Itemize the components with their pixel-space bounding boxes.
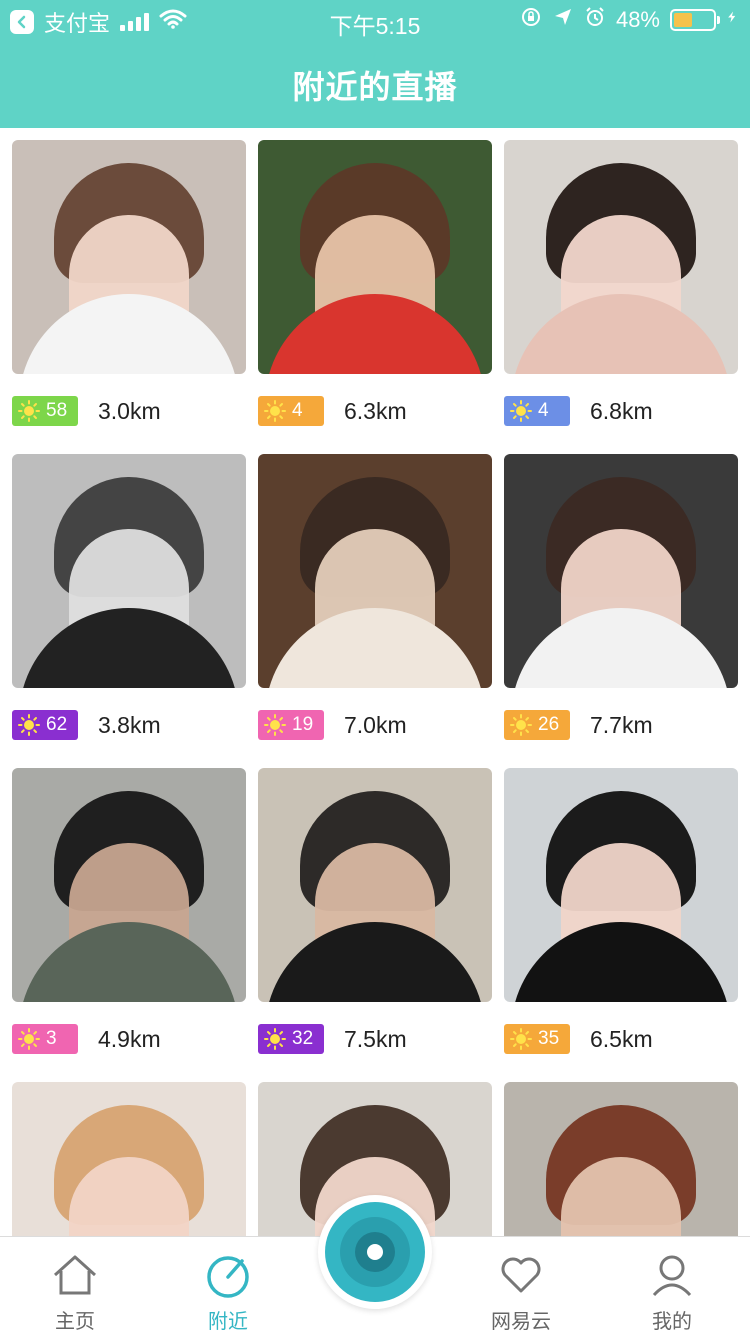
level-value: 62 (46, 714, 68, 735)
start-live-button[interactable] (318, 1195, 432, 1309)
tab-home-label: 主页 (55, 1311, 95, 1333)
status-bar: 支付宝 下午5:15 48% (0, 0, 750, 40)
stream-card[interactable]: 3 4.9km (12, 768, 246, 1054)
stream-thumbnail[interactable] (12, 768, 246, 1002)
stream-info: 3 4.9km (12, 1024, 246, 1054)
level-value: 3 (46, 1028, 57, 1049)
location-icon (552, 6, 574, 34)
tab-mine[interactable]: 我的 (612, 1251, 732, 1334)
nearby-icon (207, 1256, 249, 1298)
stream-thumbnail[interactable] (12, 454, 246, 688)
stream-thumbnail[interactable] (258, 768, 492, 1002)
stream-thumbnail[interactable] (504, 1082, 738, 1236)
sun-icon (18, 714, 40, 736)
sun-icon (510, 400, 532, 422)
stream-card[interactable]: 35 6.5km (504, 768, 738, 1054)
distance-label: 7.5km (344, 1025, 407, 1052)
sun-icon (264, 714, 286, 736)
distance-label: 6.3km (344, 397, 407, 424)
tab-nearby-label: 附近 (208, 1311, 248, 1333)
stream-grid: 58 3.0km 4 6.3km 4 6.8km 62 3.8km 19 7.0km 26 7.7km… (0, 128, 750, 1236)
level-badge: 58 (12, 396, 78, 426)
stream-thumbnail[interactable] (258, 140, 492, 374)
heart-icon (501, 1257, 541, 1293)
stream-card[interactable]: 19 7.0km (258, 454, 492, 740)
user-icon (652, 1255, 692, 1297)
battery-level (674, 13, 693, 27)
level-value: 58 (46, 400, 68, 421)
tab-mine-label: 我的 (652, 1311, 692, 1333)
sun-icon (510, 714, 532, 736)
tab-netease[interactable]: 网易云 (461, 1251, 581, 1334)
rotation-lock-icon (520, 6, 542, 34)
stream-card[interactable]: 58 3.0km (12, 140, 246, 426)
stream-thumbnail[interactable] (258, 454, 492, 688)
level-badge: 26 (504, 710, 570, 740)
tab-netease-label: 网易云 (491, 1311, 551, 1333)
tab-bar: 主页 附近 网易云 我的 (0, 1195, 750, 1334)
level-badge: 19 (258, 710, 324, 740)
sun-icon (510, 1028, 532, 1050)
distance-label: 6.5km (590, 1025, 653, 1052)
level-badge: 4 (504, 396, 570, 426)
stream-info: 35 6.5km (504, 1024, 738, 1054)
stream-card[interactable]: 4 6.3km (258, 140, 492, 426)
stream-info: 4 6.3km (258, 396, 492, 426)
stream-card[interactable]: 62 3.8km (12, 454, 246, 740)
distance-label: 4.9km (98, 1025, 161, 1052)
distance-label: 3.8km (98, 711, 161, 738)
stream-thumbnail[interactable] (504, 768, 738, 1002)
app-header: 支付宝 下午5:15 48% 附近的直播 (0, 0, 750, 128)
charging-icon (726, 6, 738, 34)
distance-label: 7.0km (344, 711, 407, 738)
level-value: 4 (292, 400, 303, 421)
level-value: 26 (538, 714, 560, 735)
alarm-icon (584, 6, 606, 34)
stream-card[interactable]: 26 7.7km (504, 454, 738, 740)
level-badge: 3 (12, 1024, 78, 1054)
stream-thumbnail[interactable] (12, 1082, 246, 1236)
status-right: 48% (520, 6, 738, 34)
level-value: 32 (292, 1028, 314, 1049)
stream-card[interactable]: 32 7.5km (258, 768, 492, 1054)
home-icon (53, 1255, 97, 1295)
stream-info: 62 3.8km (12, 710, 246, 740)
stream-info: 26 7.7km (504, 710, 738, 740)
camera-lens-icon (325, 1202, 425, 1302)
stream-info: 32 7.5km (258, 1024, 492, 1054)
stream-card[interactable] (12, 1082, 246, 1236)
level-value: 19 (292, 714, 314, 735)
level-badge: 35 (504, 1024, 570, 1054)
level-value: 35 (538, 1028, 560, 1049)
level-badge: 32 (258, 1024, 324, 1054)
battery-percent: 48% (615, 7, 660, 32)
level-badge: 62 (12, 710, 78, 740)
stream-thumbnail[interactable] (504, 454, 738, 688)
level-value: 4 (538, 400, 549, 421)
stream-thumbnail[interactable] (12, 140, 246, 374)
tab-nearby[interactable]: 附近 (168, 1251, 288, 1334)
level-badge: 4 (258, 396, 324, 426)
sun-icon (264, 400, 286, 422)
stream-info: 4 6.8km (504, 396, 738, 426)
stream-thumbnail[interactable] (504, 140, 738, 374)
distance-label: 3.0km (98, 397, 161, 424)
stream-info: 58 3.0km (12, 396, 246, 426)
distance-label: 6.8km (590, 397, 653, 424)
tab-home[interactable]: 主页 (15, 1251, 135, 1334)
stream-info: 19 7.0km (258, 710, 492, 740)
battery-icon (670, 9, 720, 31)
distance-label: 7.7km (590, 711, 653, 738)
stream-card[interactable] (504, 1082, 738, 1236)
sun-icon (18, 400, 40, 422)
sun-icon (264, 1028, 286, 1050)
page-title: 附近的直播 (292, 69, 458, 105)
stream-card[interactable]: 4 6.8km (504, 140, 738, 426)
sun-icon (18, 1028, 40, 1050)
